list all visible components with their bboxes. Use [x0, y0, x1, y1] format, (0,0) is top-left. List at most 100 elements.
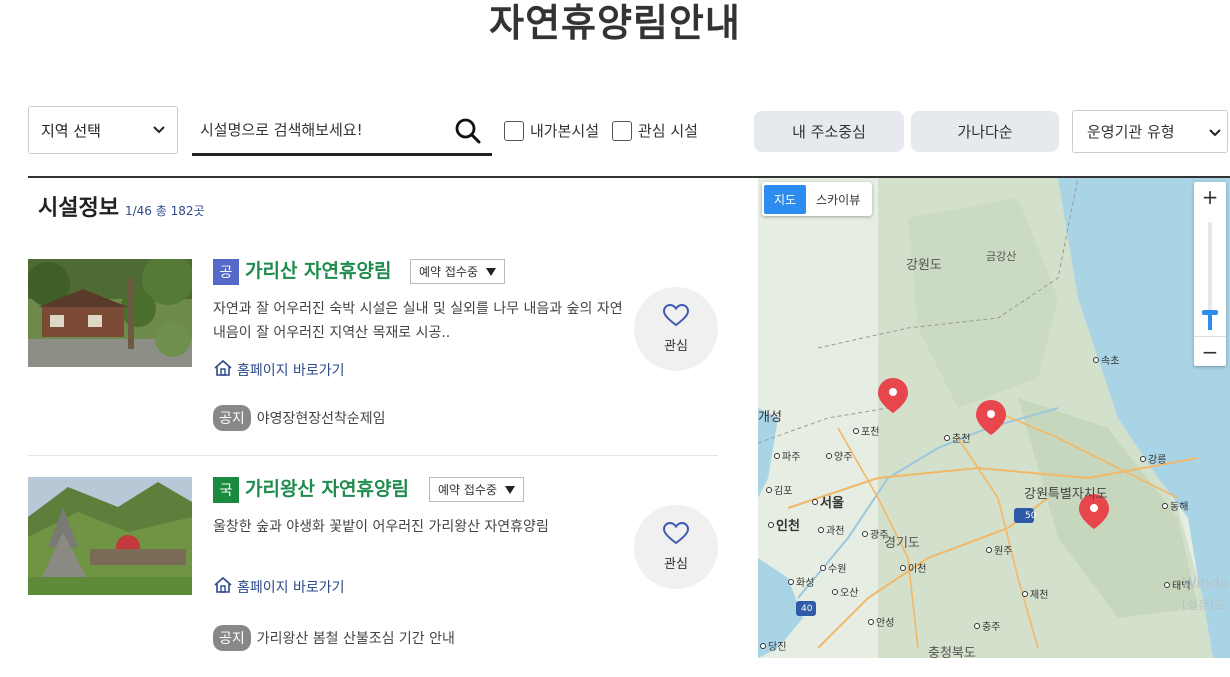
map-city: 오산	[832, 584, 858, 599]
region-select-label: 지역 선택	[41, 121, 101, 140]
facility-thumbnail[interactable]	[28, 259, 192, 367]
tab-map[interactable]: 지도	[764, 184, 807, 214]
reservation-status-label: 예약 접수중	[419, 265, 479, 279]
notice-row[interactable]: 공지 야영장현장선착순제임	[213, 405, 386, 431]
map-city: 동해	[1162, 498, 1188, 513]
caret-down-icon	[486, 265, 497, 279]
favorite-checkbox-box[interactable]	[612, 120, 632, 141]
map-city-dot	[868, 618, 874, 625]
notice-row[interactable]: 공지 가리왕산 봄철 산불조심 기간 안내	[213, 625, 455, 651]
home-icon	[213, 359, 233, 381]
homepage-link-label: 홈페이지 바로가기	[237, 580, 345, 596]
operator-badge: 국	[213, 477, 239, 503]
map-city: 화성	[788, 574, 814, 589]
notice-tag: 공지	[213, 405, 251, 431]
reservation-status-label: 예약 접수중	[438, 483, 498, 497]
caret-down-icon	[505, 483, 516, 497]
map-city: 충주	[974, 618, 1000, 633]
map-city-name: 김포	[774, 486, 793, 497]
map-city: 강릉	[1140, 451, 1166, 466]
map-city-dot	[760, 642, 766, 649]
notice-text[interactable]: 야영장현장선착순제임	[257, 408, 386, 428]
map-city-dot	[832, 588, 838, 595]
map-city: 춘천	[944, 430, 970, 445]
reservation-status-dropdown[interactable]: 예약 접수중	[410, 259, 506, 284]
favorite-checkbox[interactable]: 관심 시설	[612, 120, 698, 141]
list-item: 국 가리왕산 자연휴양림 예약 접수중 울창한 숲과 야생화 꽃밭이 어우러진 …	[28, 477, 718, 677]
zoom-out-button[interactable]: −	[1194, 336, 1226, 366]
map-label: 강원도	[906, 258, 942, 273]
map-city-dot	[826, 452, 832, 459]
favorite-button[interactable]: 관심	[634, 287, 718, 371]
map-city: 인천	[768, 515, 800, 534]
operator-badge: 공	[213, 259, 239, 285]
map-type-toggle[interactable]: 지도 스카이뷰	[762, 182, 873, 216]
map-city-dot	[818, 526, 824, 533]
map-label: 금강산	[986, 250, 1017, 263]
map-city: 수원	[820, 560, 846, 575]
map-city-dot	[853, 427, 859, 434]
map-city-dot	[812, 498, 818, 505]
zoom-slider-handle[interactable]	[1202, 310, 1218, 315]
map-panel[interactable]: 50 40 강원도 금강산 속초 개성 포천 춘천 파주 양주 강릉 김포 서울…	[758, 178, 1230, 658]
homepage-link[interactable]: 홈페이지 바로가기	[213, 576, 345, 598]
map-city-dot	[974, 622, 980, 629]
home-icon	[213, 576, 233, 598]
notice-text[interactable]: 가리왕산 봄철 산불조심 기간 안내	[257, 628, 455, 648]
map-label: 경기도	[884, 536, 920, 551]
map-city-name: 이천	[908, 564, 927, 575]
search-input[interactable]: 시설명으로 검색해보세요!	[192, 106, 492, 156]
divider	[28, 455, 718, 456]
map-city: 과천	[818, 522, 844, 537]
homepage-link[interactable]: 홈페이지 바로가기	[213, 359, 345, 381]
facility-description: 울창한 숲과 야생화 꽃밭이 어우러진 가리왕산 자연휴양림	[213, 519, 549, 535]
chevron-down-icon	[1209, 123, 1221, 141]
map-city-dot	[768, 521, 774, 528]
region-select[interactable]: 지역 선택	[28, 106, 178, 154]
map-city-name: 화성	[796, 578, 815, 589]
operator-type-select[interactable]: 운영기관 유형	[1072, 110, 1228, 153]
list-count: 1/46 총 182곳	[124, 204, 205, 218]
map-city: 이천	[900, 560, 926, 575]
map-city-dot	[1093, 356, 1099, 363]
favorite-button-label: 관심	[664, 557, 688, 572]
map-city-dot	[986, 546, 992, 553]
facility-thumbnail[interactable]	[28, 477, 192, 595]
zoom-in-button[interactable]: +	[1194, 182, 1226, 212]
tab-skyview[interactable]: 스카이뷰	[806, 185, 870, 214]
zoom-track[interactable]	[1208, 222, 1212, 322]
chevron-down-icon	[153, 123, 165, 138]
map-city: 안성	[868, 614, 894, 629]
sort-alpha-button[interactable]: 가나다순	[911, 111, 1059, 152]
list-item: 공 가리산 자연휴양림 예약 접수중 자연과 잘 어우러진 숙박 시설은 실내 …	[28, 259, 718, 459]
heart-icon	[662, 521, 690, 549]
visited-checkbox[interactable]: 내가본시설	[504, 120, 599, 141]
map-city-name: 속초	[1101, 356, 1120, 367]
map-city-name: 강릉	[1148, 455, 1167, 466]
map-city-name: 춘천	[952, 434, 971, 445]
map-city: 당진	[760, 638, 786, 653]
favorite-label: 관심 시설	[638, 122, 698, 140]
map-city-name: 원주	[994, 546, 1013, 557]
notice-tag: 공지	[213, 625, 251, 651]
map-city: 포천	[853, 423, 879, 438]
map-city-name: 수원	[828, 564, 847, 575]
map-city-dot	[788, 578, 794, 585]
map-city-dot	[766, 486, 772, 493]
reservation-status-dropdown[interactable]: 예약 접수중	[429, 477, 525, 502]
zoom-control[interactable]: + −	[1194, 182, 1226, 366]
operator-type-label: 운영기관 유형	[1087, 123, 1175, 141]
visited-checkbox-box[interactable]	[504, 120, 524, 141]
map-city-name: 오산	[840, 588, 859, 599]
map-city: 제천	[1022, 586, 1048, 601]
favorite-button[interactable]: 관심	[634, 505, 718, 589]
map-label: 개성	[758, 410, 782, 425]
facility-name[interactable]: 가리산 자연휴양림	[245, 256, 391, 283]
road-number: 50	[1025, 511, 1037, 521]
map-label: 강원특별자치도	[1024, 487, 1108, 502]
search-icon[interactable]	[454, 117, 482, 145]
sort-address-button[interactable]: 내 주소중심	[754, 111, 904, 152]
map-city: 속초	[1093, 352, 1119, 367]
map-city-name: 서울	[820, 496, 844, 511]
facility-name[interactable]: 가리왕산 자연휴양림	[245, 474, 409, 501]
